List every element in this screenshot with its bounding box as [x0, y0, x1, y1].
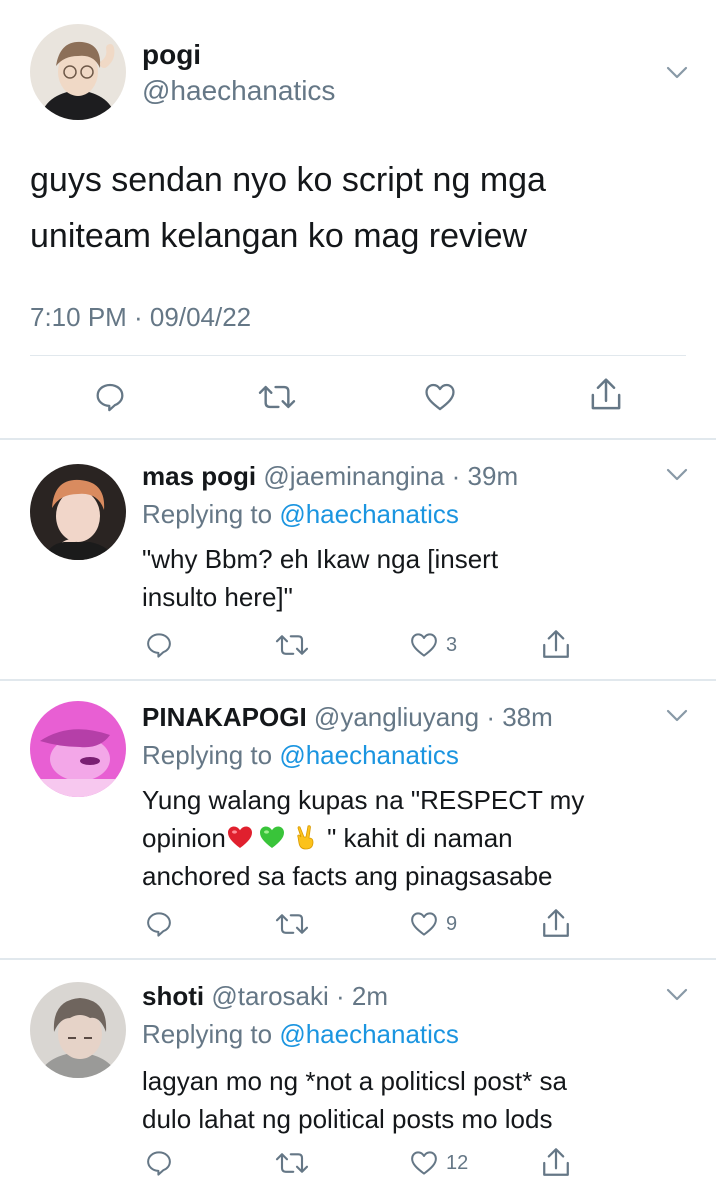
reply-button[interactable]: [144, 1148, 174, 1178]
share-button[interactable]: [540, 1146, 572, 1180]
victory-hand-emoji: [292, 823, 320, 851]
like-count: 3: [446, 633, 458, 656]
like-count: 9: [446, 912, 458, 935]
tweet-actions: [0, 372, 716, 422]
divider: [30, 355, 686, 356]
retweet-button[interactable]: [274, 1148, 310, 1178]
avatar[interactable]: [30, 701, 126, 797]
reply-text-line: anchored sa facts ang pinagsasabe: [142, 861, 553, 891]
reply-actions: 3: [0, 628, 716, 668]
reply-button[interactable]: [93, 380, 127, 414]
share-button[interactable]: [540, 628, 572, 662]
reply-icon: [144, 630, 174, 660]
share-button[interactable]: [588, 376, 624, 414]
reply-header: shoti @tarosaki · 2m: [142, 980, 388, 1012]
reply-time: · 39m: [451, 461, 519, 491]
reply-time: · 2m: [336, 981, 389, 1011]
replying-to: Replying to @haechanatics: [142, 498, 459, 530]
reply-header: mas pogi @jaeminangina · 39m: [142, 460, 518, 492]
user-handle[interactable]: @yangliuyang: [314, 702, 479, 732]
replying-to-label: Replying to: [142, 1019, 273, 1049]
retweet-button[interactable]: [274, 630, 310, 660]
reply-icon: [144, 1148, 174, 1178]
reply-time: · 38m: [486, 702, 553, 732]
reply-text-line: "why Bbm? eh Ikaw nga [insert: [142, 544, 499, 574]
reply-tweet: PINAKAPOGI @yangliuyang · 38m Replying t…: [0, 681, 716, 959]
retweet-icon: [257, 380, 297, 414]
reply-text: lagyan mo ng *not a politicsl post* sa d…: [142, 1062, 682, 1138]
reply-text-line: insulto here]": [142, 582, 293, 612]
reply-text: Yung walang kupas na "RESPECT my opinion…: [142, 781, 682, 895]
share-icon: [540, 907, 572, 941]
share-icon: [588, 376, 624, 414]
replying-to: Replying to @haechanatics: [142, 739, 459, 771]
reply-actions: 9: [0, 907, 716, 947]
display-name[interactable]: pogi: [142, 38, 201, 72]
like-count: 12: [446, 1151, 469, 1174]
reply-header: PINAKAPOGI @yangliuyang · 38m: [142, 701, 553, 733]
reply-text-fragment: " kahit di naman: [319, 823, 513, 853]
reply-text-line: opinion " kahit di naman: [142, 819, 682, 857]
chevron-down-icon[interactable]: [666, 709, 688, 723]
tweet-text: guys sendan nyo ko script ng mga uniteam…: [30, 152, 690, 264]
retweet-icon: [274, 1148, 310, 1178]
reply-tweet: shoti @tarosaki · 2m Replying to @haecha…: [0, 960, 716, 1200]
user-handle[interactable]: @tarosaki: [211, 981, 328, 1011]
reply-tweet: mas pogi @jaeminangina · 39m Replying to…: [0, 440, 716, 680]
main-tweet: pogi @haechanatics guys sendan nyo ko sc…: [0, 0, 716, 440]
like-button[interactable]: 3: [408, 630, 457, 660]
tweet-timestamp[interactable]: 7:10 PM · 09/04/22: [30, 300, 251, 334]
reply-text-line: dulo lahat ng political posts mo lods: [142, 1104, 553, 1134]
chevron-down-icon[interactable]: [666, 66, 688, 80]
green-heart-emoji: [258, 823, 286, 851]
like-icon: [408, 909, 440, 939]
reply-button[interactable]: [144, 630, 174, 660]
replying-to-label: Replying to: [142, 740, 273, 770]
display-name[interactable]: PINAKAPOGI: [142, 702, 307, 732]
reply-button[interactable]: [144, 909, 174, 939]
like-icon: [422, 380, 458, 414]
tweet-text-line: uniteam kelangan ko mag review: [30, 217, 528, 255]
avatar[interactable]: [30, 982, 126, 1078]
tweet-text-line: guys sendan nyo ko script ng mga: [30, 161, 546, 199]
red-heart-emoji: [226, 823, 254, 851]
like-button[interactable]: 9: [408, 909, 457, 939]
reply-icon: [144, 909, 174, 939]
display-name[interactable]: shoti: [142, 981, 204, 1011]
share-icon: [540, 628, 572, 662]
user-handle[interactable]: @jaeminangina: [263, 461, 444, 491]
display-name[interactable]: mas pogi: [142, 461, 256, 491]
retweet-icon: [274, 630, 310, 660]
reply-text-fragment: opinion: [142, 823, 226, 853]
share-icon: [540, 1146, 572, 1180]
retweet-button[interactable]: [257, 380, 297, 414]
chevron-down-icon[interactable]: [666, 468, 688, 482]
avatar[interactable]: [30, 24, 126, 120]
reply-text-line: Yung walang kupas na "RESPECT my: [142, 785, 585, 815]
replying-to-handle[interactable]: @haechanatics: [279, 499, 459, 529]
user-handle[interactable]: @haechanatics: [142, 74, 335, 108]
reply-actions: 12: [0, 1146, 716, 1186]
replying-to-handle[interactable]: @haechanatics: [279, 1019, 459, 1049]
reply-icon: [93, 380, 127, 414]
chevron-down-icon[interactable]: [666, 988, 688, 1002]
avatar[interactable]: [30, 464, 126, 560]
like-icon: [408, 1148, 440, 1178]
reply-text-line: lagyan mo ng *not a politicsl post* sa: [142, 1066, 567, 1096]
retweet-button[interactable]: [274, 909, 310, 939]
like-icon: [408, 630, 440, 660]
retweet-icon: [274, 909, 310, 939]
like-button[interactable]: [422, 380, 458, 414]
replying-to: Replying to @haechanatics: [142, 1018, 459, 1050]
replying-to-handle[interactable]: @haechanatics: [279, 740, 459, 770]
share-button[interactable]: [540, 907, 572, 941]
like-button[interactable]: 12: [408, 1148, 468, 1178]
replying-to-label: Replying to: [142, 499, 273, 529]
reply-text: "why Bbm? eh Ikaw nga [insert insulto he…: [142, 540, 682, 616]
